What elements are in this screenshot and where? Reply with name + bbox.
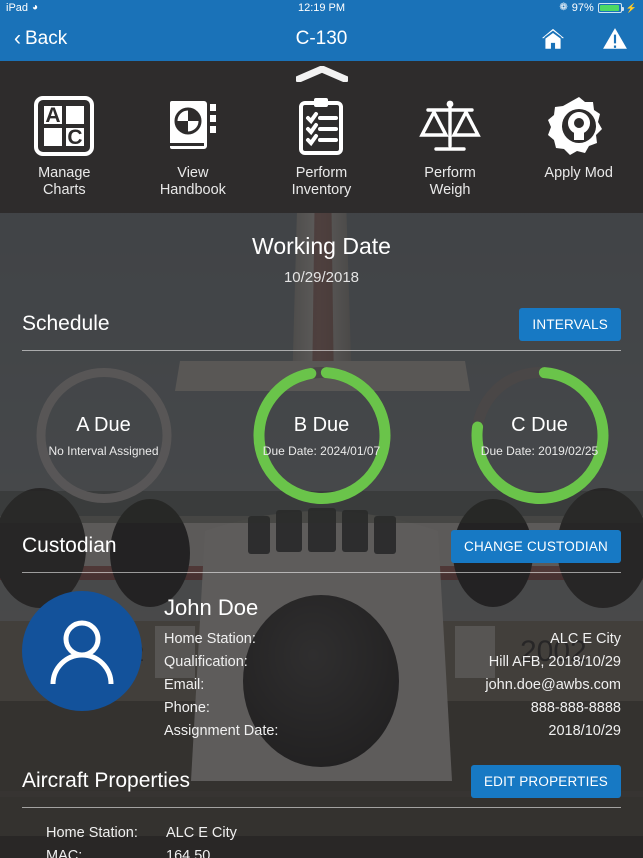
aircraft-property-value: 164.50 [166, 848, 211, 858]
perform-weigh-icon [419, 95, 481, 157]
battery-percent-label: 97% [571, 2, 594, 14]
chevron-left-icon: ‹ [14, 27, 21, 50]
custodian-field-list: Home Station: ALC E City Qualification: Hil… [164, 628, 621, 743]
battery-icon [597, 3, 624, 13]
custodian-field-key: Email: [164, 677, 205, 693]
bluetooth-icon: ❁ [559, 2, 568, 13]
perform-weigh-button[interactable]: Perform Weigh [395, 95, 505, 199]
ring-b-sub: Due Date: 2024/01/07 [262, 443, 381, 458]
custodian-info: John Doe Home Station: ALC E City Qualific… [164, 591, 621, 743]
svg-text:A: A [46, 104, 61, 127]
intervals-button[interactable]: INTERVALS [519, 307, 621, 341]
custodian-field-row: Email: john.doe@awbs.com [164, 674, 621, 697]
action-toolbar: A C Manage Charts View Handbook Perform … [0, 87, 643, 213]
chevron-up-icon [295, 66, 348, 82]
home-icon[interactable] [539, 25, 567, 53]
perform-inventory-icon [290, 95, 352, 157]
ios-status-bar: iPad ◕ 12:19 PM ❁ 97% ⚡ [0, 0, 643, 16]
lightning-bolt-icon: ⚡ [625, 2, 637, 13]
navigation-bar: ‹ Back C-130 [0, 16, 643, 61]
back-button[interactable]: ‹ Back [14, 28, 67, 50]
custodian-field-value: 888-888-8888 [530, 700, 621, 716]
view-handbook-button[interactable]: View Handbook [138, 95, 248, 199]
collapse-handle[interactable] [0, 61, 643, 87]
ring-a-due[interactable]: A Due No Interval Assigned [6, 363, 201, 508]
ring-a-sub: No Interval Assigned [48, 443, 159, 458]
manage-charts-icon: A C [33, 95, 95, 157]
custodian-field-row: Qualification: Hill AFB, 2018/10/29 [164, 651, 621, 674]
perform-inventory-label: Perform Inventory [291, 165, 352, 198]
schedule-title: Schedule [22, 312, 110, 335]
change-custodian-button[interactable]: CHANGE CUSTODIAN [451, 529, 621, 563]
apply-mod-icon [547, 95, 610, 157]
aircraft-property-row: Home Station: ALC E City [46, 822, 621, 845]
warning-triangle-icon[interactable] [601, 25, 629, 53]
back-button-label: Back [25, 27, 68, 49]
aircraft-properties-list: Home Station: ALC E City MAC: 164.50 [0, 808, 643, 858]
apply-mod-label: Apply Mod [544, 165, 613, 181]
navigation-actions [539, 25, 629, 53]
custodian-field-value: Hill AFB, 2018/10/29 [488, 654, 621, 670]
aircraft-properties-title: Aircraft Properties [22, 769, 191, 792]
ring-b-label: B Due [293, 413, 350, 436]
page-content: A C Manage Charts View Handbook Perform … [0, 61, 643, 858]
custodian-field-key: Qualification: [164, 654, 248, 670]
svg-text:C: C [68, 126, 83, 149]
edit-properties-button[interactable]: EDIT PROPERTIES [470, 764, 621, 798]
working-date-title: Working Date [252, 233, 391, 259]
aircraft-property-value: ALC E City [166, 825, 237, 841]
ring-b-due[interactable]: B Due Due Date: 2024/01/07 [224, 363, 419, 508]
working-date-block: Working Date 10/29/2018 [0, 213, 643, 286]
avatar [22, 591, 142, 711]
custodian-field-row: Assignment Date: 2018/10/29 [164, 720, 621, 743]
custodian-field-value: john.doe@awbs.com [485, 677, 621, 693]
custodian-section-header: Custodian CHANGE CUSTODIAN [0, 526, 643, 566]
custodian-title: Custodian [22, 534, 117, 557]
custodian-details: John Doe Home Station: ALC E City Qualific… [0, 573, 643, 743]
custodian-field-value: 2018/10/29 [548, 723, 621, 739]
custodian-field-key: Phone: [164, 700, 210, 716]
aircraft-property-key: Home Station: [46, 825, 138, 841]
custodian-field-key: Assignment Date: [164, 723, 279, 739]
custodian-field-key: Home Station: [164, 631, 256, 647]
schedule-section-header: Schedule INTERVALS [0, 304, 643, 344]
app-root: iPad ◕ 12:19 PM ❁ 97% ⚡ ‹ Back C-130 A C… [0, 0, 643, 858]
status-bar-right: ❁ 97% ⚡ [559, 2, 637, 14]
view-handbook-icon [162, 95, 224, 157]
custodian-field-row: Home Station: ALC E City [164, 628, 621, 651]
ring-a-label: A Due [76, 413, 131, 436]
working-date-value[interactable]: 10/29/2018 [0, 269, 643, 286]
view-handbook-label: View Handbook [159, 165, 226, 198]
aircraft-property-key: MAC: [46, 848, 83, 858]
aircraft-properties-section-header: Aircraft Properties EDIT PROPERTIES [0, 761, 643, 801]
schedule-rings: A Due No Interval Assigned B Due Due Dat… [0, 351, 643, 508]
custodian-field-row: Phone: 888-888-8888 [164, 697, 621, 720]
aircraft-property-row: MAC: 164.50 [46, 845, 621, 858]
custodian-field-value: ALC E City [550, 631, 621, 647]
ring-c-sub: Due Date: 2019/02/25 [480, 443, 599, 458]
ring-c-label: C Due [511, 413, 568, 436]
manage-charts-label: Manage Charts [38, 165, 91, 198]
status-bar-clock: 12:19 PM [297, 2, 346, 14]
perform-inventory-button[interactable]: Perform Inventory [266, 95, 376, 199]
apply-mod-button[interactable]: Apply Mod [524, 95, 634, 199]
custodian-name: John Doe [164, 595, 259, 620]
ring-c-due[interactable]: C Due Due Date: 2019/02/25 [442, 363, 637, 508]
manage-charts-button[interactable]: A C Manage Charts [9, 95, 119, 199]
person-avatar-icon [50, 620, 114, 685]
perform-weigh-label: Perform Weigh [424, 165, 476, 198]
